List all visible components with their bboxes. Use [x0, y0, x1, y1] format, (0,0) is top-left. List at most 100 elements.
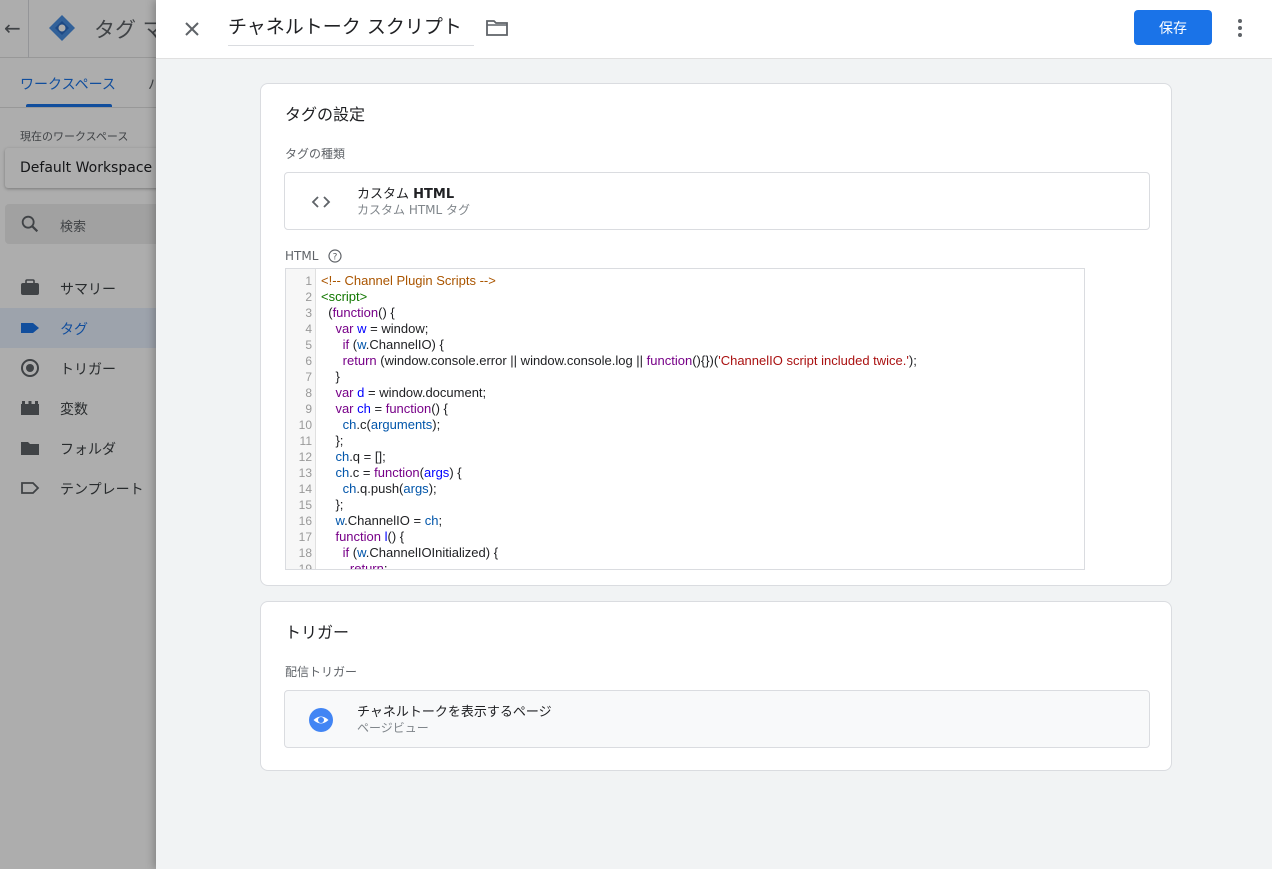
- code-token: ch: [424, 513, 439, 528]
- code-token: .ChannelIOInitialized) {: [365, 545, 499, 560]
- code-token: .q.push(: [356, 481, 404, 496]
- code-token: var: [335, 321, 354, 336]
- code-text: ch.c(arguments);: [321, 417, 441, 433]
- code-token: (: [349, 337, 358, 352]
- code-text: ch.c = function(args) {: [321, 465, 461, 481]
- code-lines: 1 <!-- Channel Plugin Scripts --> 2 <script…: [286, 273, 1084, 570]
- folder-icon[interactable]: [484, 16, 510, 40]
- code-token: (: [321, 305, 333, 320]
- tag-type-selector[interactable]: カスタム HTML カスタム HTML タグ: [284, 172, 1150, 230]
- code-text: <script>: [321, 289, 367, 305]
- line-number: 16: [298, 514, 312, 528]
- code-text: return;: [321, 561, 388, 569]
- line-number: 15: [298, 498, 312, 512]
- code-line: 14 ch.q.push(args);: [286, 481, 1084, 497]
- svg-text:?: ?: [333, 252, 338, 262]
- trigger-title: トリガー: [285, 623, 350, 642]
- firing-trigger-label: 配信トリガー: [285, 665, 358, 679]
- code-token: arguments: [370, 417, 433, 432]
- save-button[interactable]: 保存: [1134, 10, 1212, 45]
- code-token: .ChannelIO) {: [365, 337, 444, 352]
- code-token: args: [403, 481, 429, 496]
- tag-type-name-bold: HTML: [413, 187, 455, 202]
- tag-name-text: チャネルトーク スクリプト: [228, 16, 462, 38]
- code-text: if (w.ChannelIOInitialized) {: [321, 545, 498, 561]
- code-token: function: [335, 529, 381, 544]
- code-line: 1 <!-- Channel Plugin Scripts -->: [286, 273, 1084, 289]
- code-token: ch: [342, 417, 357, 432]
- code-token: (window.console.error || window.console.…: [376, 353, 647, 368]
- line-number: 8: [305, 386, 312, 400]
- code-token: ;: [438, 513, 443, 528]
- code-token: (: [349, 545, 358, 560]
- code-token: = window.document;: [364, 385, 487, 400]
- code-token: w: [335, 513, 345, 528]
- code-text: return (window.console.error || window.c…: [321, 353, 917, 369]
- line-number: 2: [305, 290, 312, 304]
- code-line: 13 ch.c = function(args) {: [286, 465, 1084, 481]
- code-token: return: [342, 353, 377, 368]
- tag-configuration-card: タグの設定 タグの種類 カスタム HTML カスタム HTML タグ HTML …: [260, 83, 1172, 586]
- line-number: 7: [305, 370, 312, 384]
- code-token: ch: [335, 465, 350, 480]
- code-line: 11 };: [286, 433, 1084, 449]
- code-line: 4 var w = window;: [286, 321, 1084, 337]
- html-code-editor[interactable]: 1 <!-- Channel Plugin Scripts --> 2 <script…: [285, 268, 1085, 570]
- code-token: <!-- Channel Plugin Scripts -->: [321, 273, 496, 288]
- sheet-header: チャネルトーク スクリプト 保存: [156, 0, 1272, 59]
- firing-trigger-item[interactable]: チャネルトークを表示するページ ページビュー: [284, 690, 1150, 748]
- code-token: <script>: [321, 289, 368, 304]
- tag-editor-sheet: チャネルトーク スクリプト 保存 タグの設定 タグの種類 カスタム HTML カ…: [156, 0, 1272, 869]
- line-number: 18: [298, 546, 312, 560]
- code-text: if (w.ChannelIO) {: [321, 337, 444, 353]
- code-text: ch.q.push(args);: [321, 481, 437, 497]
- tag-type-name-prefix: カスタム: [357, 187, 414, 202]
- code-token: function: [646, 353, 693, 368]
- code-token: .ChannelIO =: [344, 513, 425, 528]
- line-number: 3: [305, 306, 312, 320]
- code-token: var: [335, 385, 354, 400]
- line-number: 4: [305, 322, 312, 336]
- code-text: w.ChannelIO = ch;: [321, 513, 442, 529]
- code-line: 17 function l() {: [286, 529, 1084, 545]
- code-token: ch: [335, 449, 350, 464]
- code-token: function: [385, 401, 432, 416]
- code-line: 2 <script>: [286, 289, 1084, 305]
- code-token: );: [428, 481, 437, 496]
- html-label: HTML: [285, 249, 319, 263]
- code-line: 9 var ch = function() {: [286, 401, 1084, 417]
- close-icon[interactable]: [178, 15, 206, 43]
- line-number: 10: [298, 418, 312, 432]
- code-token: }: [321, 369, 340, 384]
- help-icon[interactable]: ?: [328, 249, 342, 263]
- code-token: function: [374, 465, 420, 480]
- code-text: var d = window.document;: [321, 385, 486, 401]
- code-token: w: [357, 321, 367, 336]
- trigger-card: トリガー 配信トリガー チャネルトークを表示するページ ページビュー: [260, 601, 1172, 771]
- more-vert-icon[interactable]: [1228, 14, 1252, 42]
- code-line: 10 ch.c(arguments);: [286, 417, 1084, 433]
- code-line: 8 var d = window.document;: [286, 385, 1084, 401]
- code-text: };: [321, 497, 343, 513]
- tag-configuration-title: タグの設定: [285, 105, 366, 124]
- line-number: 19: [298, 562, 312, 570]
- code-token: w: [357, 545, 366, 560]
- code-token: () {: [378, 305, 395, 320]
- code-text: var w = window;: [321, 321, 428, 337]
- line-number: 12: [298, 450, 312, 464]
- code-line: 19 return;: [286, 561, 1084, 570]
- tag-name-input[interactable]: チャネルトーク スクリプト: [228, 12, 474, 46]
- code-line: 7 }: [286, 369, 1084, 385]
- code-token: var: [335, 401, 354, 416]
- code-icon: [311, 196, 331, 208]
- line-number: 17: [298, 530, 312, 544]
- tag-type-name: カスタム HTML: [357, 183, 454, 202]
- code-line: 3 (function() {: [286, 305, 1084, 321]
